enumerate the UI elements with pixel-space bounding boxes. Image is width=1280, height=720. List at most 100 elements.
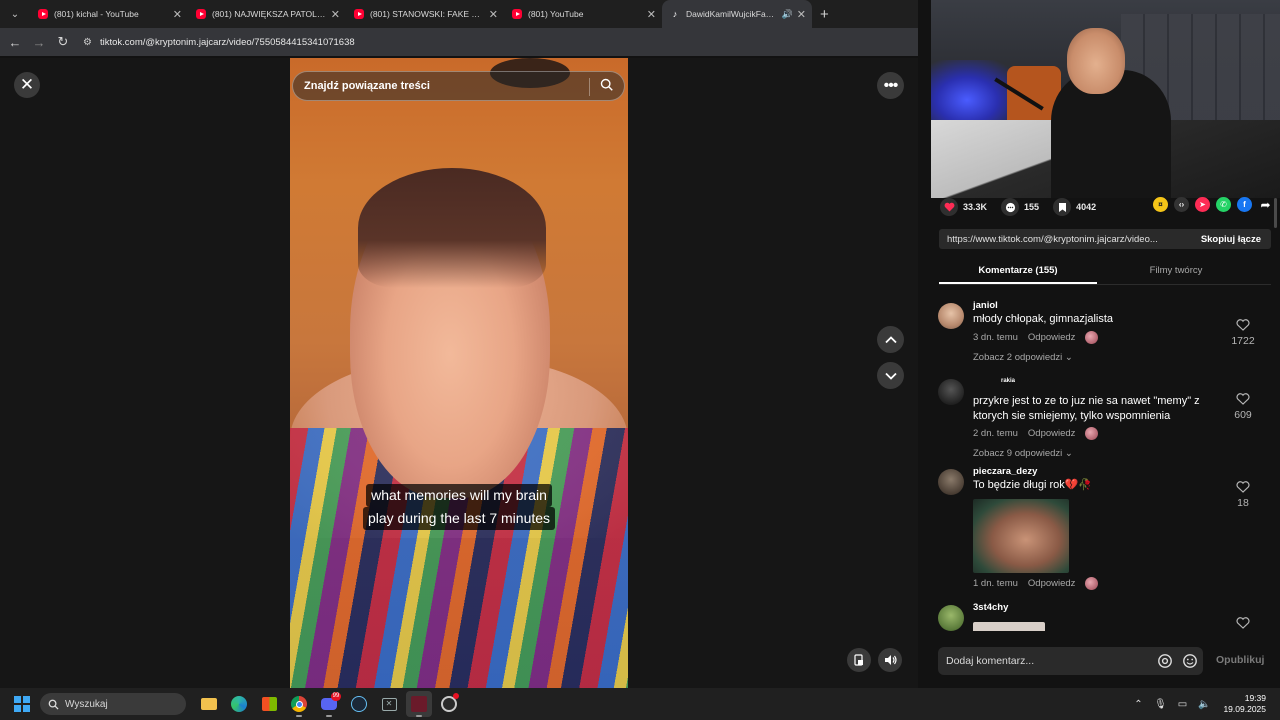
save-action[interactable]: 4042 [1053,198,1096,216]
avatar[interactable] [938,379,964,405]
panel-scrollbar[interactable] [1274,198,1277,228]
microsoft-store-icon[interactable] [256,691,282,717]
excel-like-app-icon[interactable]: ✕ [376,691,402,717]
forward-arrow-icon[interactable]: → [27,35,51,50]
notification-dot [453,693,459,699]
comments-action[interactable]: 155 [1001,198,1039,216]
view-replies-button[interactable]: Zobacz 9 odpowiedzi ⌄ [973,448,1218,459]
reply-button[interactable]: Odpowiedz [1028,578,1076,589]
comments-count: 155 [1024,202,1040,212]
comment-input[interactable]: Dodaj komentarz... [938,647,1203,675]
share-arrow-icon[interactable]: ➦ [1258,197,1273,212]
comment-like[interactable]: 1722 [1228,319,1258,347]
close-icon: ✕ [19,75,35,94]
tab-close-icon[interactable]: ✕ [647,8,656,21]
comment-attached-image[interactable] [973,622,1045,631]
tab-title: DawidKamilWujcikFameMma [686,9,779,19]
comment-username[interactable]: janiol [973,299,1218,312]
tab-close-icon[interactable]: ✕ [489,8,498,21]
comment-username[interactable]: pieczara_dezy [973,465,1218,478]
view-replies-button[interactable]: Zobacz 2 odpowiedzi ⌄ [973,352,1218,363]
new-tab-icon[interactable]: + [820,6,829,23]
tab-close-icon[interactable]: ✕ [331,8,340,21]
comment-text: przykre jest to ze to juz nie sa nawet "… [973,395,1200,422]
gift-coin-icon[interactable]: ¤ [1153,197,1168,212]
microphone-icon[interactable]: 🎙 [1149,699,1171,710]
browser-tab[interactable]: (801) YouTube ✕ [504,0,662,28]
share-options: ¤ ‹› ➤ ✆ f ➦ [1153,197,1279,212]
taskbar-search-label: Wyszukaj [65,698,108,710]
tab-close-icon[interactable]: ✕ [797,8,806,21]
clock[interactable]: 19:39 19.09.2025 [1223,693,1266,715]
video-area: ✕ ••• Znajdź powiązane treści what memor… [0,58,918,688]
tab-creator-videos[interactable]: Filmy twórcy [1097,261,1255,284]
like-action[interactable]: 33.3K [940,198,987,216]
picture-in-picture-button[interactable] [847,648,871,672]
taskbar-search[interactable]: Wyszukaj [40,693,186,715]
comment-item: janiol młody chłopak, gimnazjalista 3 dn… [938,299,1258,369]
embed-code-icon[interactable]: ‹› [1174,197,1189,212]
share-link-text[interactable]: https://www.tiktok.com/@kryptonim.jajcar… [939,234,1191,245]
youtube-icon [354,9,364,19]
system-tray: ⌃ 🎙 ▭ 🔈 19:39 19.09.2025 [1127,688,1280,720]
address-bar: ← → ↻ ⚙ tiktok.com/@kryptonim.jajcarz/vi… [0,28,931,56]
creator-liked-avatar [1085,427,1099,440]
browser-tab[interactable]: (801) STANOWSKI: FAKE O TRUMP ✕ [346,0,504,28]
reply-button[interactable]: Odpowiedz [1028,428,1076,439]
comment-like[interactable]: 609 [1228,393,1258,421]
previous-video-button[interactable] [877,326,904,353]
facebook-icon[interactable]: f [1237,197,1252,212]
search-divider [589,78,590,96]
steam-icon[interactable] [346,691,372,717]
heart-outline-icon [1236,481,1250,493]
comment-like[interactable]: 18 [1228,481,1258,509]
video-player[interactable] [290,58,628,688]
volume-icon[interactable]: 🔈 [1193,699,1215,710]
mention-at-icon[interactable] [1157,653,1173,669]
reply-button[interactable]: Odpowiedz [1028,332,1076,343]
network-icon[interactable]: ▭ [1171,699,1193,710]
avatar[interactable] [938,303,964,329]
tab-comments[interactable]: Komentarze (155) [939,261,1097,284]
reload-icon[interactable]: ↻ [51,34,75,50]
avatar[interactable] [938,469,964,495]
back-arrow-icon[interactable]: ← [3,35,27,50]
comment-body: 3st4chy [973,601,1218,631]
edge-browser-icon[interactable] [226,691,252,717]
file-explorer-icon[interactable] [196,691,222,717]
site-info-icon[interactable]: ⚙ [83,37,92,48]
url-field[interactable]: ⚙ tiktok.com/@kryptonim.jajcarz/video/75… [83,37,355,48]
emoji-icon[interactable] [1182,653,1198,669]
close-video-button[interactable]: ✕ [14,72,40,98]
related-search-input[interactable]: Znajdź powiązane treści [292,71,625,101]
publish-button[interactable]: Opublikuj [1216,654,1264,666]
volume-button[interactable] [878,648,902,672]
screen: ⌄ (801) kichal - YouTube ✕ (801) NAJWIĘK… [0,0,1280,720]
avatar[interactable] [938,605,964,631]
panel-tabs: Komentarze (155) Filmy twórcy [939,261,1271,285]
tab-list-chevron-icon[interactable]: ⌄ [6,5,24,23]
comment-meta: 2 dn. temu Odpowiedz [973,427,1218,440]
chrome-icon[interactable] [286,691,312,717]
search-icon[interactable] [600,78,614,92]
windows-start-icon[interactable] [14,696,30,712]
obs-icon[interactable] [436,691,462,717]
copy-link-button[interactable]: Skopiuj łącze [1191,234,1271,245]
comment-attached-image[interactable] [973,498,1069,573]
send-to-friends-icon[interactable]: ➤ [1195,197,1210,212]
speaker-icon[interactable]: 🔊 [782,9,793,20]
comment-like[interactable] [1228,617,1258,631]
whatsapp-icon[interactable]: ✆ [1216,197,1231,212]
tab-title: (801) STANOWSKI: FAKE O TRUMP [370,9,485,19]
next-video-button[interactable] [877,362,904,389]
streaming-app-icon[interactable] [406,691,432,717]
comment-username[interactable]: rakia [973,375,1218,388]
discord-icon[interactable]: 99 [316,691,342,717]
tab-close-icon[interactable]: ✕ [173,8,182,21]
browser-tab-active[interactable]: ♪ DawidKamilWujcikFameMma 🔊 ✕ [662,0,812,28]
comment-username[interactable]: 3st4chy [973,601,1218,614]
chevron-up-icon[interactable]: ⌃ [1127,699,1149,710]
browser-tab[interactable]: (801) kichal - YouTube ✕ [30,0,188,28]
more-options-button[interactable]: ••• [877,72,904,99]
browser-tab[interactable]: (801) NAJWIĘKSZA PATOLOGIA ✕ [188,0,346,28]
